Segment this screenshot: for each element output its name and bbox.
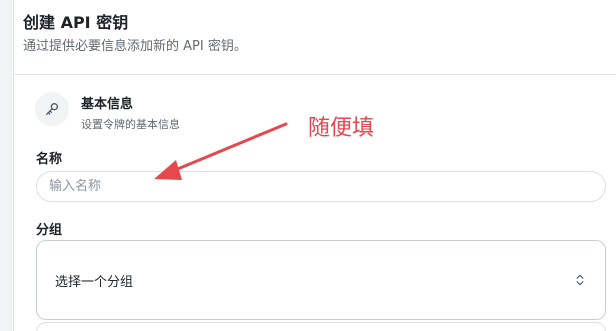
- group-select-placeholder: 选择一个分组: [55, 274, 134, 290]
- group-label: 分组: [36, 223, 63, 238]
- dialog-subtitle: 通过提供必要信息添加新的 API 密钥。: [23, 39, 247, 54]
- section-title: 基本信息: [81, 97, 134, 112]
- name-label: 名称: [36, 152, 63, 167]
- section-icon-container: [35, 92, 69, 126]
- next-field-edge: [36, 322, 606, 331]
- group-select[interactable]: 选择一个分组: [36, 240, 606, 320]
- header-divider: [13, 74, 616, 75]
- dialog-header: 创建 API 密钥 通过提供必要信息添加新的 API 密钥。: [23, 12, 247, 56]
- chevron-updown-icon: [576, 274, 584, 286]
- section-description: 设置令牌的基本信息: [81, 118, 180, 131]
- annotation-text: 随便填: [308, 116, 375, 141]
- name-input[interactable]: [36, 171, 606, 202]
- app-window: 创建 API 密钥 通过提供必要信息添加新的 API 密钥。 基本信息 设置令牌…: [0, 0, 616, 331]
- key-icon: [46, 103, 58, 115]
- dialog-title: 创建 API 密钥: [23, 13, 129, 32]
